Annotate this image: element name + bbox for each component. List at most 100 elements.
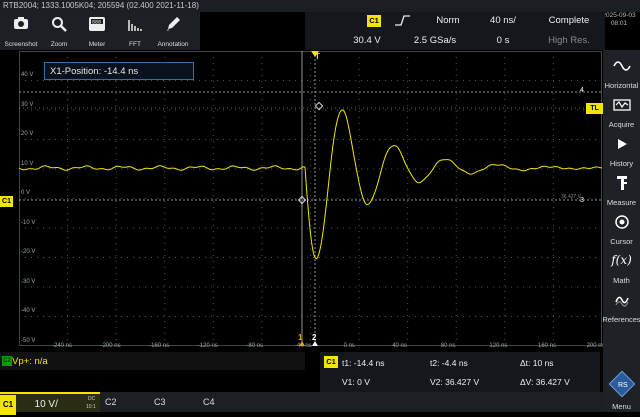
grid-dot (115, 135, 117, 136)
channel1-probe-ratio: 10:1 (86, 404, 96, 410)
grid-dot (261, 153, 263, 154)
grid-dot (487, 257, 488, 258)
grid-dot (67, 225, 69, 226)
zoom-button[interactable]: Zoom (40, 12, 78, 50)
cursor4-marker[interactable]: 4 (580, 87, 584, 94)
grid-dot (85, 168, 86, 170)
grid-dot (223, 139, 224, 140)
measure-button[interactable]: Measure (603, 169, 640, 208)
grid-dot (283, 198, 284, 199)
grid-dot (547, 316, 548, 317)
channel1-offset-marker[interactable]: C1 (0, 196, 13, 207)
grid-dot (115, 279, 117, 280)
cursor-readout[interactable]: C1 t1: -14.4 ns t2: -4.4 ns Δt: 10 ns V1… (320, 352, 600, 394)
grid-dot (164, 321, 166, 322)
references-button[interactable]: References (602, 286, 640, 325)
grid-dot (67, 159, 69, 160)
grid-dot (439, 168, 440, 170)
grid-dot (25, 257, 26, 258)
annotation-button[interactable]: Annotation (154, 12, 192, 50)
grid-dot (121, 286, 122, 288)
grid-dot (277, 286, 278, 288)
grid-dot (164, 135, 166, 136)
trigger-level-marker[interactable]: TL (586, 103, 603, 114)
grid-dot (151, 198, 152, 199)
trigger-source-badge[interactable]: C1 (367, 15, 381, 27)
grid-dot (559, 80, 560, 81)
grid-dot (325, 227, 326, 229)
channel4-tab[interactable]: C4 (199, 392, 247, 412)
meter-button[interactable]: 888 Meter (78, 12, 116, 50)
grid-dot (181, 109, 182, 111)
grid-dot (403, 109, 404, 111)
grid-dot (504, 309, 506, 310)
grid-dot (481, 109, 482, 111)
grid-dot (283, 227, 284, 229)
acquisition-mode[interactable]: High Res. (533, 32, 605, 50)
grid-dot (164, 129, 166, 130)
waveform-display[interactable] (19, 51, 602, 346)
grid-dot (358, 225, 360, 226)
grid-dot (67, 297, 69, 298)
camera-icon (14, 17, 28, 29)
grid-dot (358, 153, 360, 154)
measurement-value[interactable]: Vp+: n/a (12, 356, 48, 367)
trigger-level[interactable]: 30.4 V (337, 32, 397, 50)
grid-dot (337, 168, 338, 170)
screenshot-button[interactable]: Screenshot (2, 12, 40, 50)
grid-dot (552, 129, 554, 130)
grid-dot (361, 227, 362, 229)
cursor-t1: t1: -14.4 ns (342, 358, 385, 368)
grid-dot (457, 80, 458, 81)
menu-button[interactable]: RS Menu (603, 370, 640, 412)
fft-button[interactable]: FFT (116, 12, 154, 50)
grid-dot (253, 257, 254, 258)
grid-dot (552, 309, 554, 310)
cursor1-marker[interactable]: 1 (298, 333, 302, 342)
references-label: References (602, 315, 640, 324)
grid-dot (139, 257, 140, 258)
grid-dot (552, 171, 554, 172)
grid-dot (310, 201, 311, 202)
trigger-position-marker[interactable]: T (315, 52, 320, 61)
history-button[interactable]: History (603, 130, 640, 169)
grid-dot (85, 198, 86, 199)
channel1-waveform (19, 109, 602, 260)
cursor-v2: V2: 36.427 V (430, 377, 480, 387)
grid-dot (212, 273, 214, 274)
horizontal-button[interactable]: Horizontal (603, 52, 640, 91)
cursor-button[interactable]: Cursor (603, 208, 640, 247)
grid-dot (55, 227, 56, 229)
channel2-tab[interactable]: C2 (101, 392, 149, 412)
grid-dot (261, 285, 263, 286)
grid-dot (163, 227, 164, 229)
grid-dot (397, 198, 398, 199)
grid-dot (319, 257, 320, 258)
math-button[interactable]: f(x) Math (603, 247, 640, 286)
channel3-tab[interactable]: C3 (150, 392, 198, 412)
grid-dot (271, 286, 272, 288)
grid-dot (133, 227, 134, 229)
grid-dot (358, 273, 360, 274)
grid-dot (310, 327, 311, 328)
grid-dot (261, 237, 263, 238)
acquire-button[interactable]: Acquire (603, 91, 640, 130)
grid-dot (552, 213, 554, 214)
grid-dot (552, 297, 554, 298)
grid-dot (67, 339, 69, 340)
sample-rate: 2.5 GSa/s (413, 35, 457, 46)
grid-dot (247, 227, 248, 229)
grid-dot (407, 231, 409, 232)
x1-position-readout[interactable]: X1-Position: -14.4 ns (44, 62, 194, 80)
horizontal-position[interactable]: 0 s (468, 32, 538, 50)
grid-dot (212, 225, 214, 226)
grid-dot (307, 257, 308, 258)
grid-dot (235, 227, 236, 229)
channel1-tab[interactable]: C1 10 V/ DC 10:1 (0, 392, 100, 415)
grid-dot (421, 109, 422, 111)
grid-dot (145, 227, 146, 229)
timebase[interactable]: 40 ns/ (468, 12, 538, 30)
cursor2-marker[interactable]: 2 (312, 333, 316, 342)
grid-dot (504, 189, 506, 190)
grid-dot (67, 207, 69, 208)
